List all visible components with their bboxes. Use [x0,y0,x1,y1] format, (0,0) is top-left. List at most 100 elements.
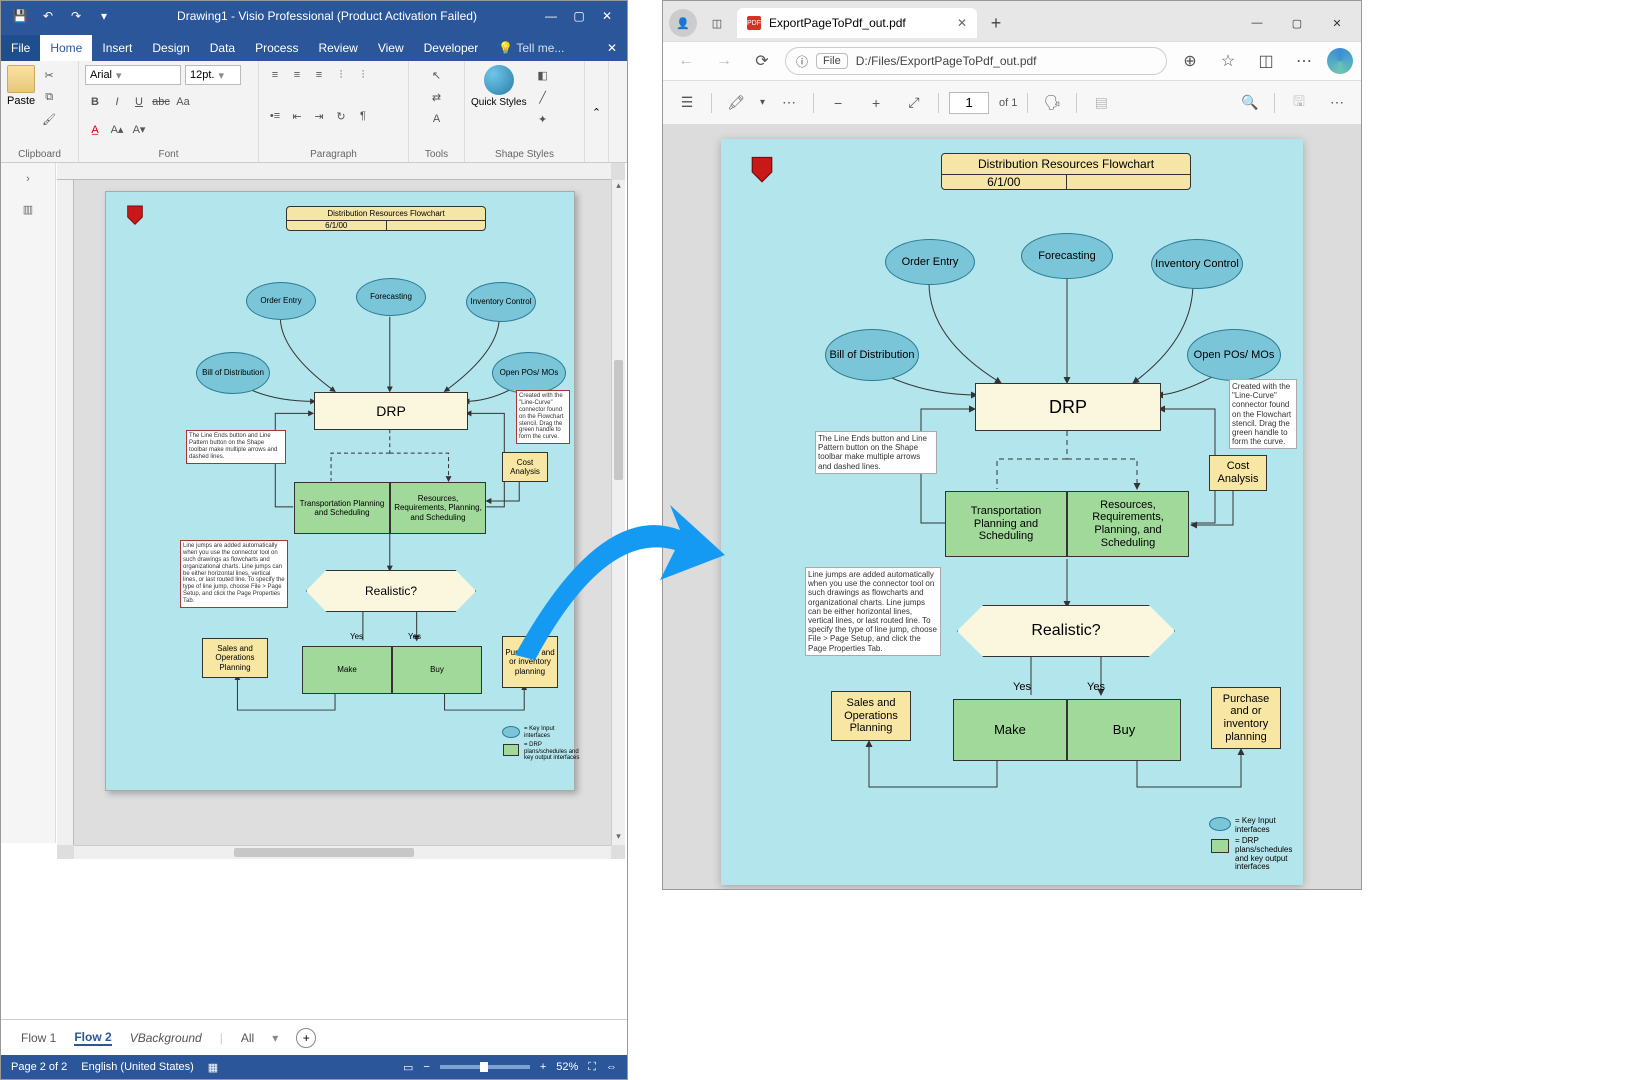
copilot-icon[interactable] [1327,48,1353,74]
fit-page-icon[interactable]: ⛶ [588,1061,596,1074]
quick-styles-button[interactable]: Quick Styles [471,65,527,129]
pdf-contents-icon[interactable]: ☰ [673,89,701,117]
pdf-page-input[interactable] [949,92,989,114]
bold-icon[interactable]: B [85,92,105,112]
tab-data[interactable]: Data [200,35,245,61]
ribbon-close[interactable]: ✕ [597,35,627,61]
pdf-more-tools-icon[interactable]: ⋯ [775,89,803,117]
scroll-up-icon[interactable]: ▴ [612,180,625,194]
window-maximize[interactable]: ▢ [567,4,591,28]
page-tab-vbackground[interactable]: VBackground [130,1031,202,1045]
zoom-out-button[interactable]: − [423,1061,429,1073]
favorite-icon[interactable]: ☆ [1213,46,1243,76]
tab-review[interactable]: Review [308,35,367,61]
page-tab-flow2[interactable]: Flow 2 [74,1030,111,1046]
pdf-canvas[interactable]: Distribution Resources Flowchart 6/1/00 … [663,125,1361,889]
edge-maximize[interactable]: ▢ [1279,9,1315,37]
tab-groups-icon[interactable]: ◫ [703,9,731,37]
italic-icon[interactable]: I [107,92,127,112]
split-screen-icon[interactable]: ◫ [1251,46,1281,76]
zoom-slider[interactable] [440,1065,530,1069]
status-language[interactable]: English (United States) [81,1061,194,1073]
copy-icon[interactable]: ⧉ [39,87,59,107]
shrink-font-icon[interactable]: A▾ [129,120,149,140]
scroll-down-icon[interactable]: ▾ [612,831,625,845]
profile-icon[interactable]: 👤 [669,9,697,37]
node-buy[interactable]: Buy [392,646,482,694]
pdf-pageview-icon[interactable]: ▤ [1087,89,1115,117]
pdf-toolbar-more-icon[interactable]: ⋯ [1323,89,1351,117]
browser-tab[interactable]: PDF ExportPageToPdf_out.pdf ✕ [737,8,977,38]
nav-forward[interactable]: → [709,46,739,76]
indent-inc-icon[interactable]: ⇥ [309,106,329,126]
font-name-select[interactable]: Arial▾ [85,65,181,85]
cut-icon[interactable]: ✂ [39,65,59,85]
pdf-find-icon[interactable]: 🔍 [1236,89,1264,117]
fill-icon[interactable]: ◧ [533,65,553,85]
connector-tool-icon[interactable]: ⇄ [427,87,447,107]
bullets-icon[interactable]: •≡ [265,106,285,126]
add-page-button[interactable]: + [296,1028,316,1048]
node-resources[interactable]: Resources, Requirements, Planning, and S… [390,482,486,534]
align-mid-icon[interactable]: ⫶ [353,65,373,85]
pdf-save-icon[interactable]: 🖫 [1285,89,1313,117]
page-tab-all[interactable]: All [241,1031,254,1045]
window-close[interactable]: ✕ [595,4,619,28]
paste-button[interactable]: Paste [7,65,35,129]
qat-more[interactable]: ▾ [93,5,115,27]
pdf-fit-icon[interactable]: ⤢ [900,89,928,117]
underline-icon[interactable]: U [129,92,149,112]
node-make[interactable]: Make [302,646,392,694]
pdf-zoom-out[interactable]: − [824,89,852,117]
tab-view[interactable]: View [368,35,414,61]
tab-developer[interactable]: Developer [414,35,489,61]
search-lens-icon[interactable]: ⊕ [1175,46,1205,76]
effects-icon[interactable]: ✦ [533,109,553,129]
pdf-zoom-in[interactable]: + [862,89,890,117]
align-top-icon[interactable]: ⫶ [331,65,351,85]
edge-menu-icon[interactable]: ⋯ [1289,46,1319,76]
nav-back[interactable]: ← [671,46,701,76]
tell-me[interactable]: 💡 Tell me... [488,35,597,61]
tab-process[interactable]: Process [245,35,308,61]
qat-undo[interactable]: ↶ [37,5,59,27]
presentation-icon[interactable]: ▭ [403,1061,413,1074]
pdf-highlighter-icon[interactable]: 🖍 [722,89,750,117]
ribbon-collapse[interactable]: ⌃ [585,61,609,162]
stencil-icon[interactable]: ▥ [18,203,38,223]
node-drp[interactable]: DRP [314,392,468,430]
edge-minimize[interactable]: — [1239,9,1275,37]
tab-file[interactable]: File [1,35,40,61]
font-color-icon[interactable]: A̲ [85,120,105,140]
zoom-level[interactable]: 52% [556,1061,578,1073]
window-minimize[interactable]: — [539,4,563,28]
url-box[interactable]: ⓘ File D:/Files/ExportPageToPdf_out.pdf [785,47,1167,75]
new-tab-button[interactable]: + [983,10,1009,36]
macro-icon[interactable]: ▦ [208,1061,218,1074]
node-forecasting[interactable]: Forecasting [356,278,426,316]
qat-save[interactable]: 💾 [9,5,31,27]
horizontal-scrollbar[interactable] [74,845,611,859]
tab-close-icon[interactable]: ✕ [957,16,967,30]
align-left-icon[interactable]: ≡ [265,65,285,85]
align-center-icon[interactable]: ≡ [287,65,307,85]
site-info-icon[interactable]: ⓘ [796,53,808,70]
indent-dec-icon[interactable]: ⇤ [287,106,307,126]
format-painter-icon[interactable]: 🖌 [39,109,59,129]
shapes-pane-collapsed[interactable]: › ▥ [1,163,56,843]
pointer-tool-icon[interactable]: ↖ [427,65,447,85]
scroll-thumb-h[interactable] [234,848,414,857]
node-realistic[interactable]: Realistic? [306,570,476,612]
node-inventory[interactable]: Inventory Control [466,282,536,322]
tab-insert[interactable]: Insert [92,35,142,61]
zoom-in-button[interactable]: + [540,1061,546,1073]
page-tab-flow1[interactable]: Flow 1 [21,1031,56,1045]
node-sop[interactable]: Sales and Operations Planning [202,638,268,678]
node-order-entry[interactable]: Order Entry [246,282,316,320]
align-right-icon[interactable]: ≡ [309,65,329,85]
qat-redo[interactable]: ↷ [65,5,87,27]
rotate-icon[interactable]: ↻ [331,106,351,126]
nav-refresh[interactable]: ⟳ [747,46,777,76]
node-bill[interactable]: Bill of Distribution [196,352,270,394]
text-case-icon[interactable]: Aa [173,92,193,112]
